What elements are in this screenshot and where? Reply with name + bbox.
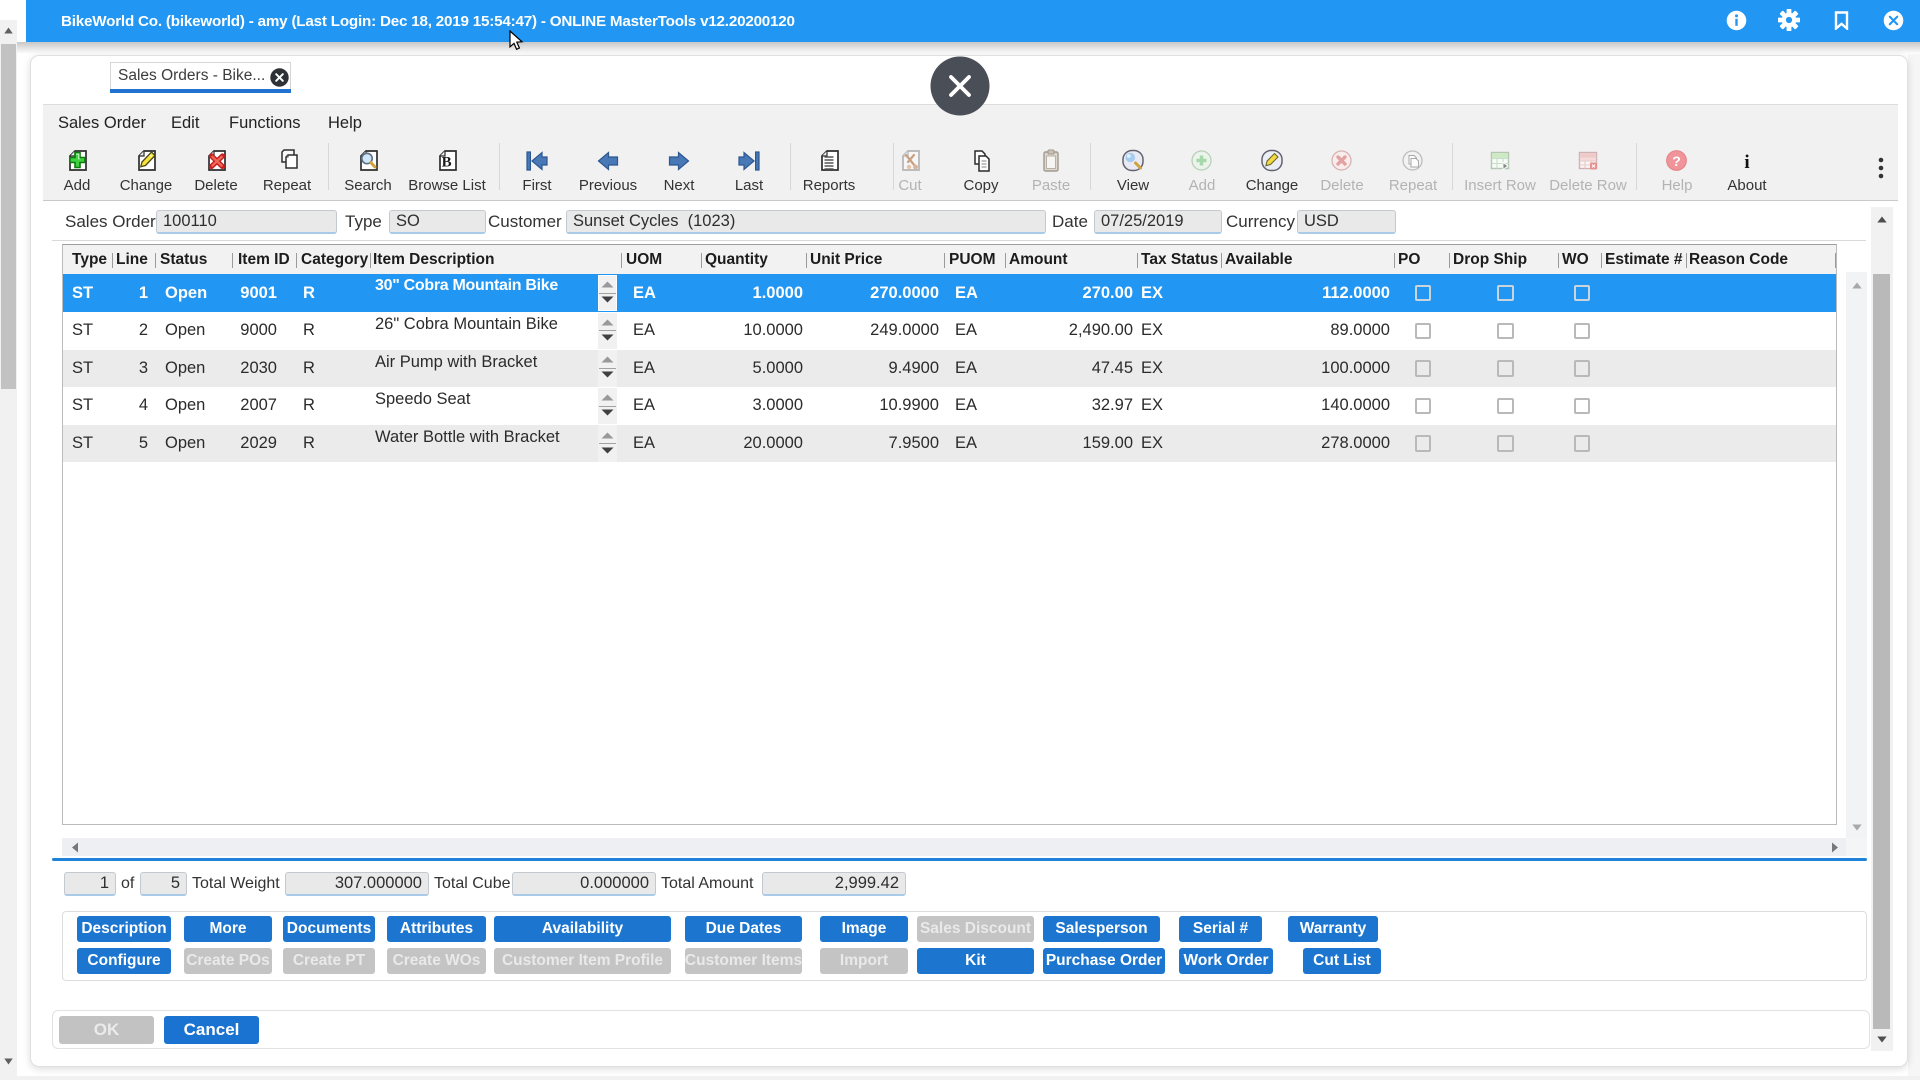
svg-text:i: i [1744, 152, 1749, 173]
svg-text:?: ? [1672, 153, 1681, 169]
svg-text:B: B [442, 155, 452, 171]
